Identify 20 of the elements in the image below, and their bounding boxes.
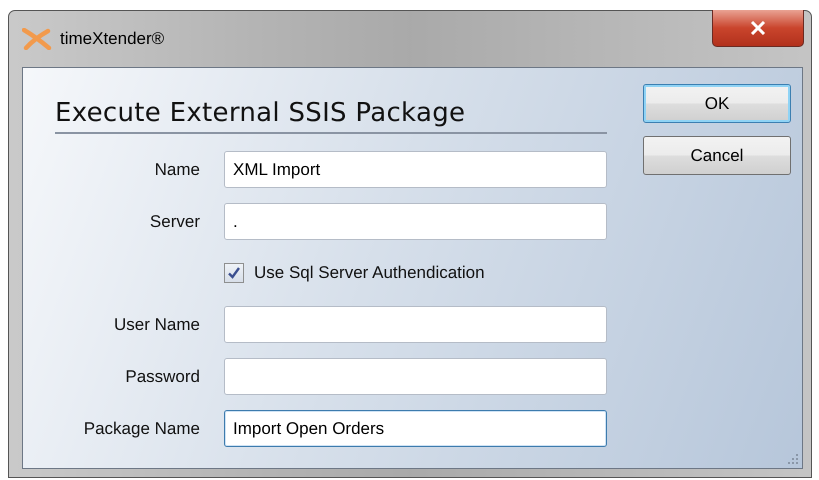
text-field[interactable]: Import Open Orders: [224, 410, 607, 447]
resize-grip-icon[interactable]: [787, 453, 799, 465]
close-button[interactable]: [712, 10, 804, 47]
checkbox-label: Use Sql Server Authendication: [254, 263, 485, 283]
text-field[interactable]: .: [224, 203, 607, 240]
text-field[interactable]: [224, 358, 607, 395]
field-label: Name: [154, 160, 200, 180]
field-label: Server: [148, 212, 200, 232]
field-label: Package Name: [82, 418, 200, 438]
field-label: User Name: [113, 314, 200, 334]
text-field[interactable]: XML Import: [224, 151, 607, 188]
field-label: Password: [124, 366, 200, 386]
dialog-button[interactable]: Cancel: [643, 136, 791, 175]
dialog-heading: Execute External SSIS Package: [55, 98, 607, 134]
checkbox[interactable]: [224, 263, 244, 283]
dialog-button[interactable]: OK: [643, 84, 791, 123]
logo-icon: [22, 28, 52, 50]
close-icon: [750, 21, 766, 35]
window-title: timeXtender®: [60, 29, 164, 49]
text-field[interactable]: [224, 306, 607, 343]
